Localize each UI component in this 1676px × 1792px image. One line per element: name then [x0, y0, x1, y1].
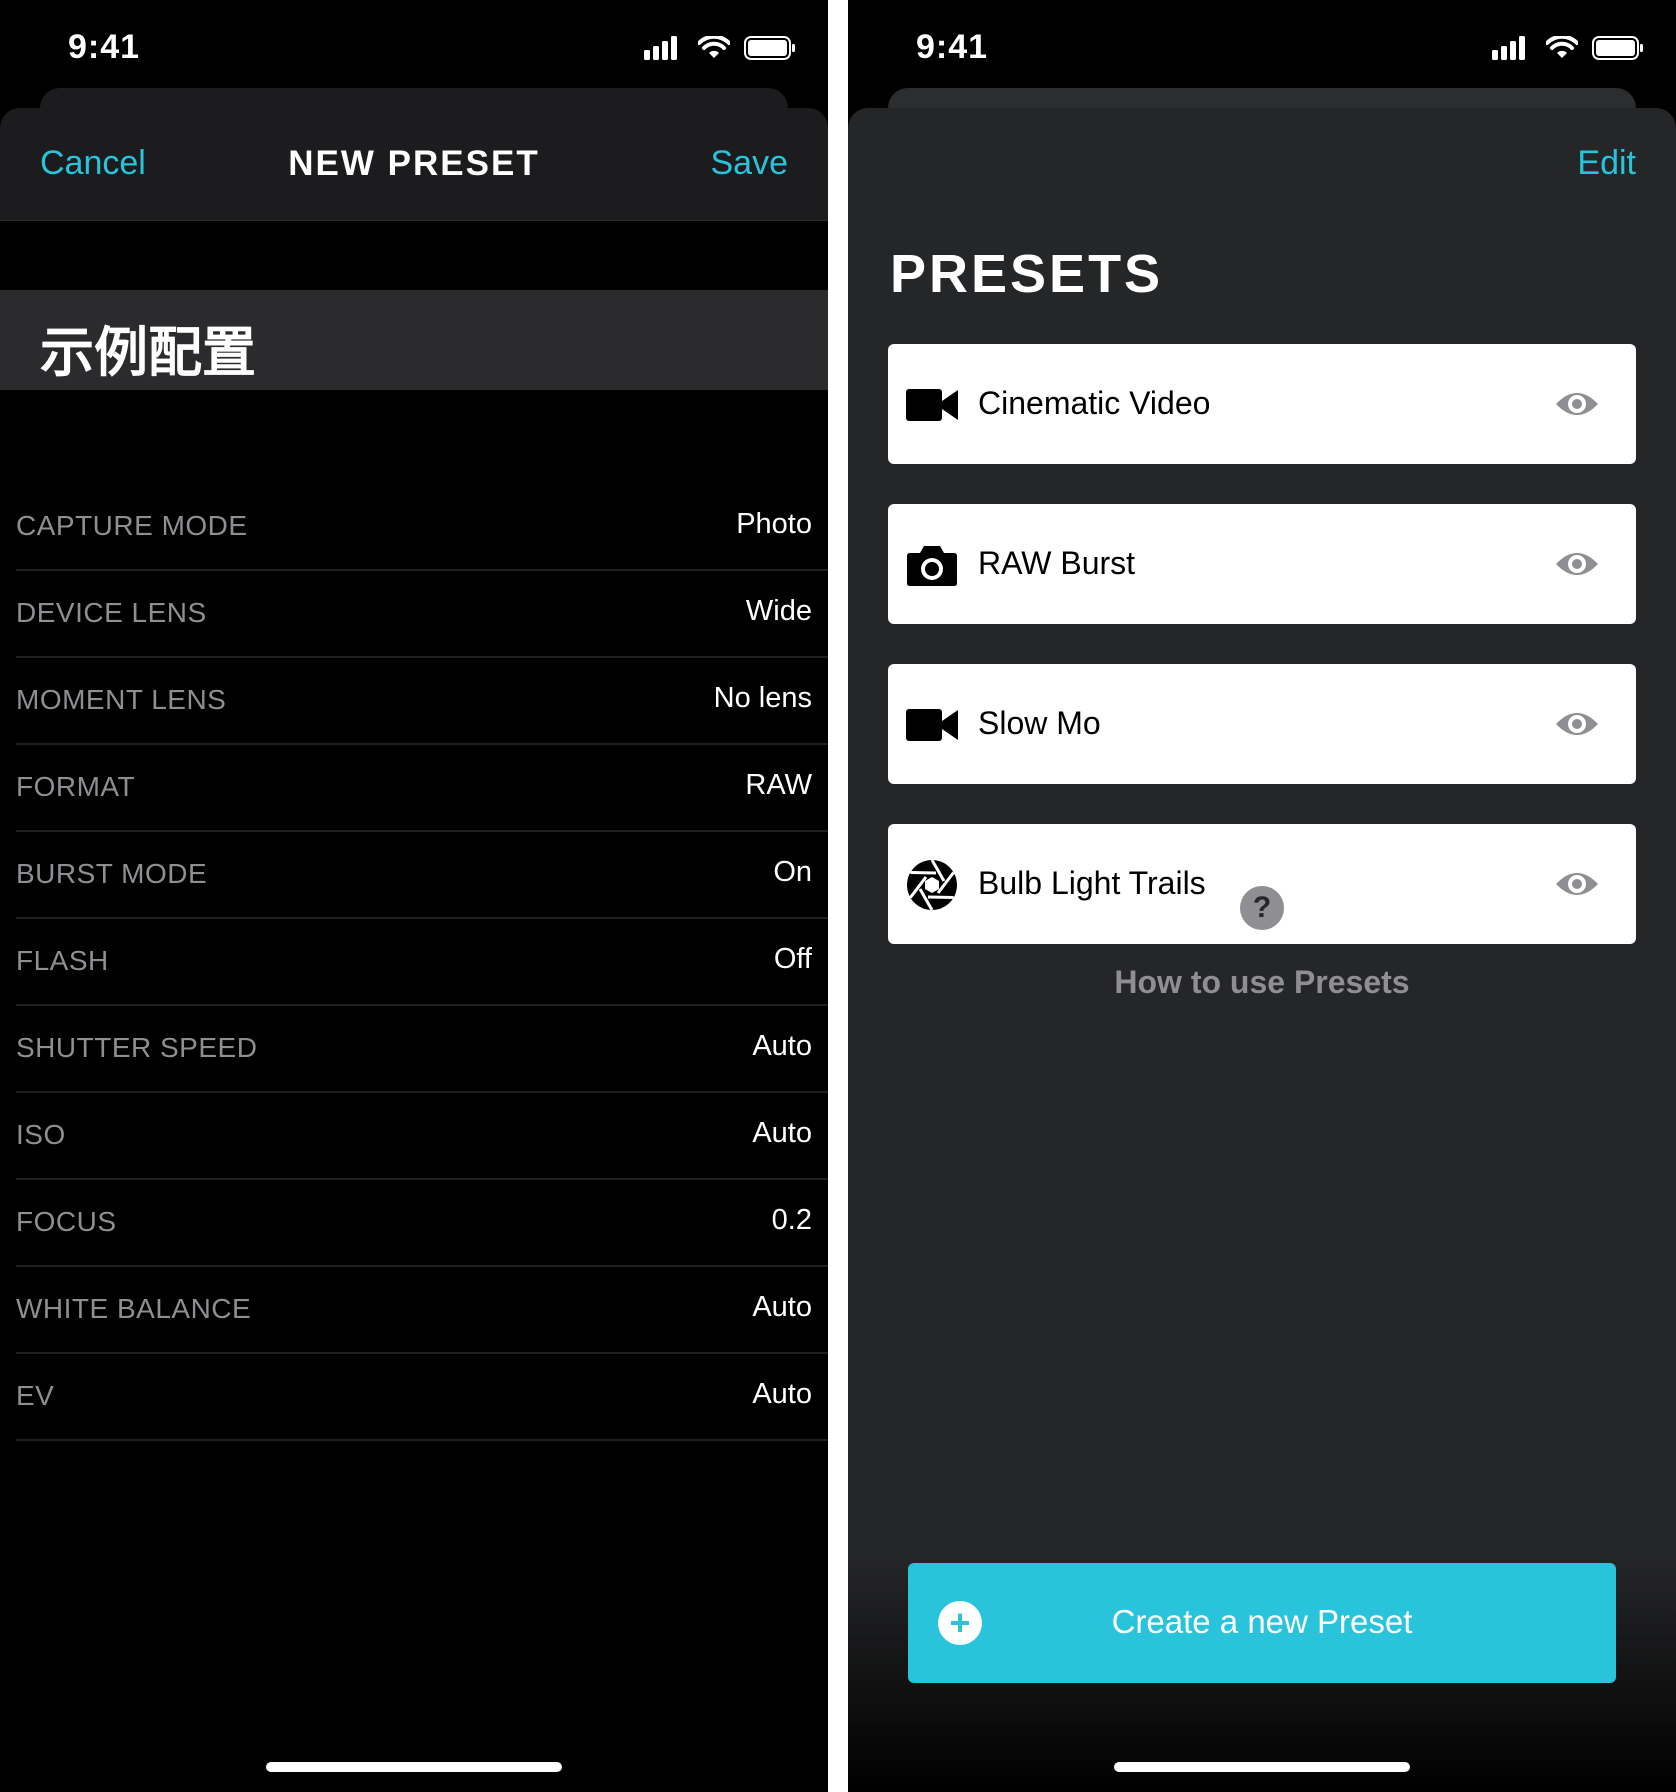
preset-card-cinematic-video[interactable]: Cinematic Video [888, 344, 1636, 464]
page-title: PRESETS [890, 244, 1164, 304]
setting-value: On [773, 856, 812, 888]
status-bar: 9:41 [0, 0, 828, 100]
setting-value: RAW [745, 769, 812, 801]
presets-screen: 9:41 Edit PRESETS Cinematic Video RAW Bu… [848, 0, 1676, 1792]
setting-value: Photo [736, 508, 812, 540]
setting-label: DEVICE LENS [16, 597, 207, 628]
setting-value: No lens [713, 682, 812, 714]
preset-card-slow-mo[interactable]: Slow Mo [888, 664, 1636, 784]
camera-icon [906, 539, 958, 591]
setting-label: BURST MODE [16, 858, 208, 889]
eye-icon[interactable] [1554, 384, 1600, 424]
home-indicator[interactable] [266, 1762, 562, 1772]
new-preset-screen: 9:41 Cancel NEW PRESET Save 示例配置 CAPTURE… [0, 0, 828, 1792]
video-camera-icon [906, 699, 958, 751]
setting-row-format[interactable]: FORMAT RAW [16, 745, 828, 832]
status-icons [644, 36, 796, 60]
setting-label: EV [16, 1380, 55, 1411]
setting-label: FORMAT [16, 771, 136, 802]
edit-button[interactable]: Edit [1577, 144, 1636, 183]
signal-icon [1492, 36, 1525, 60]
setting-value: Auto [752, 1030, 812, 1062]
preset-name: Cinematic Video [978, 385, 1211, 421]
signal-icon [644, 36, 677, 60]
status-icons [1492, 36, 1644, 60]
preset-card-raw-burst[interactable]: RAW Burst [888, 504, 1636, 624]
setting-label: FLASH [16, 945, 109, 976]
video-camera-icon [906, 379, 958, 431]
setting-label: FOCUS [16, 1206, 117, 1237]
setting-value: Auto [752, 1378, 812, 1410]
setting-value: Auto [752, 1117, 812, 1149]
wifi-icon [698, 36, 730, 58]
battery-icon [744, 36, 795, 60]
create-preset-button[interactable]: + Create a new Preset [908, 1563, 1616, 1683]
setting-label: MOMENT LENS [16, 684, 227, 715]
setting-row-white-balance[interactable]: WHITE BALANCE Auto [16, 1267, 828, 1354]
create-preset-label: Create a new Preset [1111, 1603, 1413, 1640]
setting-label: SHUTTER SPEED [16, 1032, 258, 1063]
preset-name-text: 示例配置 [40, 321, 256, 384]
setting-row-ev[interactable]: EV Auto [16, 1354, 828, 1441]
presets-sheet: Edit PRESETS Cinematic Video RAW Burst S… [848, 108, 1676, 1792]
eye-icon[interactable] [1554, 544, 1600, 584]
home-indicator[interactable] [1114, 1762, 1410, 1772]
setting-value: 0.2 [771, 1204, 812, 1236]
setting-row-focus[interactable]: FOCUS 0.2 [16, 1180, 828, 1267]
status-time: 9:41 [916, 28, 989, 66]
setting-row-burst-mode[interactable]: BURST MODE On [16, 832, 828, 919]
settings-list: CAPTURE MODE Photo DEVICE LENS Wide MOME… [16, 484, 828, 1441]
help-link[interactable]: How to use Presets [848, 964, 1676, 1001]
new-preset-sheet: Cancel NEW PRESET Save 示例配置 CAPTURE MODE… [0, 108, 828, 1792]
status-time: 9:41 [68, 28, 141, 66]
aperture-icon [906, 859, 958, 911]
setting-row-capture-mode[interactable]: CAPTURE MODE Photo [16, 484, 828, 571]
battery-icon [1592, 36, 1643, 60]
nav-bar: Cancel NEW PRESET Save [0, 108, 828, 221]
eye-icon[interactable] [1554, 864, 1600, 904]
setting-row-flash[interactable]: FLASH Off [16, 919, 828, 1006]
setting-label: ISO [16, 1119, 66, 1150]
setting-value: Auto [752, 1291, 812, 1323]
save-button[interactable]: Save [711, 144, 789, 183]
preset-name: RAW Burst [978, 545, 1136, 581]
setting-label: CAPTURE MODE [16, 510, 248, 541]
question-mark-icon[interactable]: ? [1240, 886, 1284, 930]
preset-name: Bulb Light Trails [978, 865, 1206, 901]
eye-icon[interactable] [1554, 704, 1600, 744]
wifi-icon [1546, 36, 1578, 58]
setting-row-iso[interactable]: ISO Auto [16, 1093, 828, 1180]
setting-label: WHITE BALANCE [16, 1293, 252, 1324]
status-bar: 9:41 [848, 0, 1676, 100]
preset-name: Slow Mo [978, 705, 1101, 741]
setting-value: Off [773, 943, 812, 975]
setting-row-shutter-speed[interactable]: SHUTTER SPEED Auto [16, 1006, 828, 1093]
setting-row-moment-lens[interactable]: MOMENT LENS No lens [16, 658, 828, 745]
page-title: NEW PRESET [288, 144, 540, 183]
preset-name-field[interactable]: 示例配置 [0, 290, 828, 390]
setting-row-device-lens[interactable]: DEVICE LENS Wide [16, 571, 828, 658]
setting-value: Wide [745, 595, 812, 627]
